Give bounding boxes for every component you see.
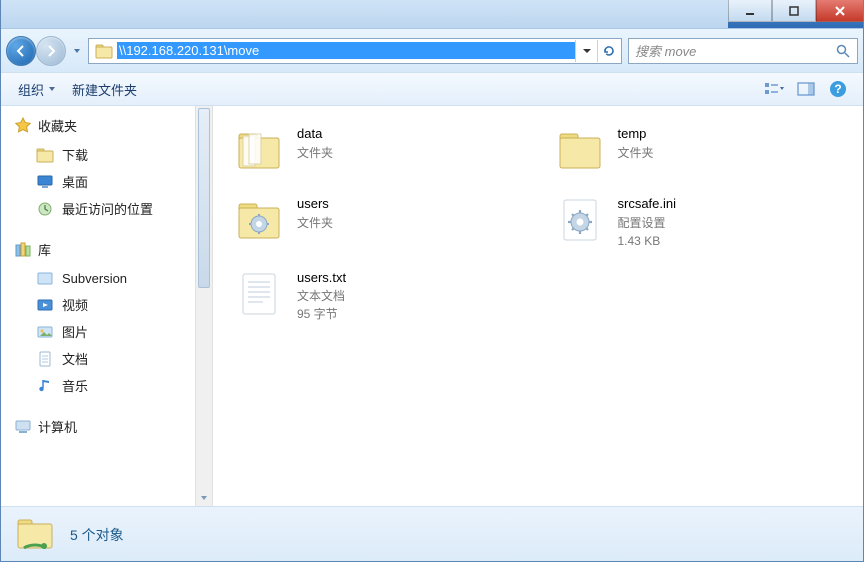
- file-type: 配置设置: [618, 214, 677, 232]
- sidebar-item-label: 下载: [62, 145, 88, 164]
- file-type: 文件夹: [618, 144, 654, 162]
- file-size: 1.43 KB: [618, 232, 677, 250]
- svg-text:?: ?: [834, 82, 841, 96]
- libraries-group[interactable]: 库: [14, 240, 195, 259]
- pictures-icon: [36, 323, 54, 341]
- search-placeholder: 搜索 move: [635, 41, 835, 60]
- sidebar-item-pictures[interactable]: 图片: [14, 318, 195, 345]
- file-item[interactable]: users 文件夹: [233, 194, 524, 250]
- view-options-button[interactable]: [760, 77, 788, 101]
- documents-icon: [36, 350, 54, 368]
- folder-icon: [95, 42, 113, 60]
- new-folder-label: 新建文件夹: [72, 80, 137, 99]
- folder-icon: [233, 124, 285, 176]
- favorites-label: 收藏夹: [38, 116, 77, 135]
- favorites-group[interactable]: 收藏夹: [14, 116, 195, 135]
- window-controls: [728, 0, 864, 28]
- libraries-label: 库: [38, 240, 51, 259]
- folder-icon: [36, 146, 54, 164]
- sidebar-item-documents[interactable]: 文档: [14, 345, 195, 372]
- sidebar-item-label: 最近访问的位置: [62, 199, 153, 218]
- folder-gear-icon: [233, 194, 285, 246]
- file-name: users.txt: [297, 268, 346, 288]
- computer-icon: [14, 418, 32, 436]
- folder-icon: [554, 124, 606, 176]
- refresh-button[interactable]: [597, 40, 619, 62]
- minimize-button[interactable]: [728, 0, 772, 22]
- sidebar-item-subversion[interactable]: Subversion: [14, 265, 195, 291]
- sidebar-item-desktop[interactable]: 桌面: [14, 168, 195, 195]
- search-box[interactable]: 搜索 move: [628, 38, 858, 64]
- navigation-bar: \\192.168.220.131\move 搜索 move: [0, 28, 864, 72]
- file-item[interactable]: srcsafe.ini 配置设置 1.43 KB: [554, 194, 845, 250]
- sidebar-item-label: 音乐: [62, 376, 88, 395]
- file-item[interactable]: users.txt 文本文档 95 字节: [233, 268, 524, 324]
- sidebar-item-videos[interactable]: 视频: [14, 291, 195, 318]
- file-item[interactable]: temp 文件夹: [554, 124, 845, 176]
- chevron-down-icon: [48, 85, 56, 93]
- file-size: 95 字节: [297, 305, 346, 323]
- search-icon: [835, 43, 851, 59]
- libraries-icon: [14, 241, 32, 259]
- folder-share-icon: [14, 514, 56, 556]
- status-text: 5 个对象: [70, 525, 124, 545]
- desktop-icon: [36, 173, 54, 191]
- ini-file-icon: [554, 194, 606, 246]
- maximize-button[interactable]: [772, 0, 816, 22]
- help-button[interactable]: ?: [824, 77, 852, 101]
- organize-label: 组织: [18, 80, 44, 99]
- scroll-down-icon[interactable]: [196, 490, 212, 506]
- address-dropdown-icon[interactable]: [575, 40, 597, 62]
- file-name: srcsafe.ini: [618, 194, 677, 214]
- txt-file-icon: [233, 268, 285, 320]
- computer-label: 计算机: [38, 417, 77, 436]
- back-button[interactable]: [6, 36, 36, 66]
- star-icon: [14, 117, 32, 135]
- address-bar[interactable]: \\192.168.220.131\move: [88, 38, 622, 64]
- sidebar-item-label: 图片: [62, 322, 88, 341]
- scroll-thumb[interactable]: [198, 108, 210, 288]
- file-item[interactable]: data 文件夹: [233, 124, 524, 176]
- navigation-pane: 收藏夹 下载 桌面 最近访问的位置 库 Subversion: [0, 106, 195, 506]
- recent-icon: [36, 200, 54, 218]
- sidebar-item-label: 视频: [62, 295, 88, 314]
- file-type: 文件夹: [297, 214, 333, 232]
- sidebar-scrollbar[interactable]: [195, 106, 213, 506]
- sidebar-item-downloads[interactable]: 下载: [14, 141, 195, 168]
- address-path[interactable]: \\192.168.220.131\move: [117, 42, 575, 59]
- command-bar: 组织 新建文件夹 ?: [0, 72, 864, 106]
- music-icon: [36, 377, 54, 395]
- close-button[interactable]: [816, 0, 864, 22]
- forward-button[interactable]: [36, 36, 66, 66]
- preview-pane-button[interactable]: [792, 77, 820, 101]
- file-name: data: [297, 124, 333, 144]
- sidebar-item-music[interactable]: 音乐: [14, 372, 195, 399]
- file-list: data 文件夹 temp 文件夹 users 文件夹: [213, 106, 864, 506]
- new-folder-button[interactable]: 新建文件夹: [64, 76, 145, 103]
- sidebar-item-recent[interactable]: 最近访问的位置: [14, 195, 195, 222]
- computer-group[interactable]: 计算机: [14, 417, 195, 436]
- organize-menu[interactable]: 组织: [10, 76, 64, 103]
- sidebar-item-label: 文档: [62, 349, 88, 368]
- file-type: 文件夹: [297, 144, 333, 162]
- sidebar-item-label: 桌面: [62, 172, 88, 191]
- subversion-icon: [36, 269, 54, 287]
- history-dropdown-icon[interactable]: [72, 44, 82, 58]
- video-icon: [36, 296, 54, 314]
- file-type: 文本文档: [297, 287, 346, 305]
- details-pane: 5 个对象: [0, 506, 864, 562]
- file-name: users: [297, 194, 333, 214]
- file-name: temp: [618, 124, 654, 144]
- sidebar-item-label: Subversion: [62, 271, 127, 286]
